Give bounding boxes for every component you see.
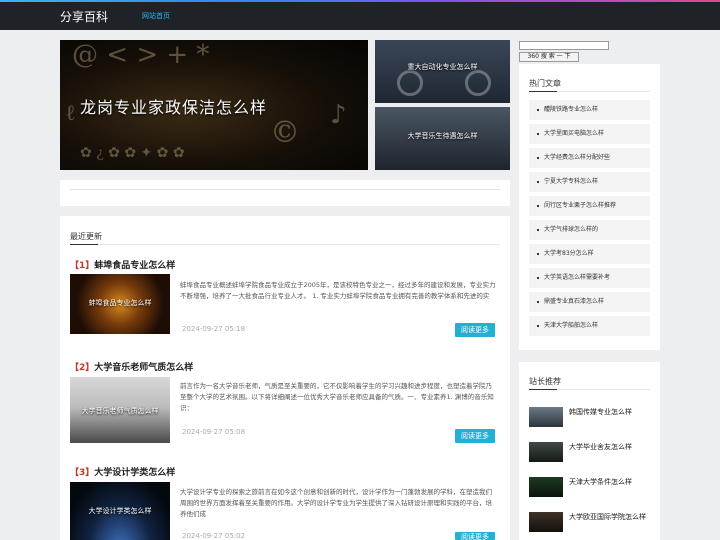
read-more-button[interactable]: 阅读更多 [455, 323, 495, 337]
hot-title: 热门文章 [529, 79, 561, 88]
decor-symbols-icon: ℓ [65, 101, 76, 126]
decor-symbols-icon: ✿ ¿ ✿ ✿ ✦ ✿ ✿ [80, 145, 185, 161]
article-excerpt: 蚌埠食品专业概述蚌埠学院食品专业成立于2005年，是该校特色专业之一，经过多年的… [180, 281, 496, 300]
read-more-button[interactable]: 阅读更多 [455, 429, 495, 443]
slider-side-caption: 大学音乐生待遇怎么样 [407, 132, 478, 140]
hot-article-item[interactable]: 大学经费怎么样分配好些 [529, 148, 650, 168]
thumbnail-caption: 大学设计学类怎么样 [88, 507, 152, 515]
hot-title-underline [529, 91, 650, 92]
recommend-thumbnail[interactable] [529, 477, 563, 497]
nav-home-link[interactable]: 网站首页 [142, 11, 170, 21]
article-title-text: 蚌埠食品专业怎么样 [94, 261, 176, 271]
article-date: 2024-09-27 05:18 [182, 325, 246, 333]
recent-title: 最近更新 [70, 232, 102, 241]
wordpress-logo-icon [465, 70, 491, 96]
hot-article-item[interactable]: 醴陵铁路专业怎么样 [529, 100, 650, 120]
recommend-thumbnail[interactable] [529, 407, 563, 427]
recommend-thumbnail[interactable] [529, 512, 563, 532]
hot-article-item[interactable]: 大学里面买电脑怎么样 [529, 124, 650, 144]
slider-side-item[interactable]: 重大自动化专业怎么样 [375, 40, 510, 103]
article-date: 2024-09-27 05:08 [182, 428, 246, 436]
article-title[interactable]: 【3】大学设计学类怎么样 [70, 465, 175, 478]
hot-article-item[interactable]: 大学气排球怎么样的 [529, 220, 650, 240]
article-number: 【2】 [70, 363, 95, 373]
site-logo[interactable]: 分享百科 [60, 8, 108, 25]
top-navbar: 分享百科 网站首页 [0, 0, 720, 30]
notice-box [60, 180, 510, 206]
article-number: 【3】 [70, 468, 95, 478]
hot-article-item[interactable]: 大学英语怎么样需要补考 [529, 268, 650, 288]
divider [70, 189, 500, 190]
article-thumbnail[interactable]: 大学音乐老师气质怎么样 [70, 377, 170, 443]
article-number: 【1】 [70, 261, 95, 271]
decor-symbols-icon: © [270, 115, 300, 150]
decor-symbols-icon: ♪ [330, 100, 347, 130]
recommend-title-underline [529, 389, 650, 390]
slider-side-caption: 重大自动化专业怎么样 [407, 63, 478, 71]
slider-main[interactable]: @ < > + * ℓ © ♪ ✿ ¿ ✿ ✿ ✦ ✿ ✿ 龙岗专业家政保洁怎么… [60, 40, 368, 170]
search-button[interactable]: 360 搜 索 一 下 [519, 52, 579, 62]
recent-title-underline [70, 244, 500, 245]
recommend-item-title[interactable]: 韩国传媒专业怎么样 [569, 407, 632, 417]
article-date: 2024-09-27 05:02 [182, 532, 246, 540]
recommend-item-title[interactable]: 大学毕业舍友怎么样 [569, 442, 632, 452]
decor-symbols-icon: @ < > + * [72, 40, 210, 70]
slider-side-item[interactable]: 大学音乐生待遇怎么样 [375, 107, 510, 170]
thumbnail-caption: 大学音乐老师气质怎么样 [81, 407, 159, 415]
thumbnail-caption: 蚌埠食品专业怎么样 [88, 299, 152, 307]
search-input[interactable] [519, 41, 609, 50]
article-title[interactable]: 【2】大学音乐老师气质怎么样 [70, 360, 193, 373]
article-title-text: 大学音乐老师气质怎么样 [94, 363, 194, 373]
article-excerpt: 前言作为一名大学音乐老师，气质是至关重要的，它不仅影响着学生的学习兴趣和进步程度… [180, 382, 494, 412]
recommend-item-title[interactable]: 大学欧亚国际学院怎么样 [569, 512, 646, 522]
wordpress-logo-icon [397, 70, 423, 96]
hot-article-item[interactable]: 闵行区专业栗子怎么样推荐 [529, 196, 650, 216]
read-more-button[interactable]: 阅读更多 [455, 532, 495, 540]
article-thumbnail[interactable]: 蚌埠食品专业怎么样 [70, 274, 170, 334]
article-title[interactable]: 【1】蚌埠食品专业怎么样 [70, 258, 175, 271]
recommend-thumbnail[interactable] [529, 442, 563, 462]
hot-article-item[interactable]: 大学考83分怎么样 [529, 244, 650, 264]
slider-main-caption[interactable]: 龙岗专业家政保洁怎么样 [80, 94, 267, 118]
article-title-text: 大学设计学类怎么样 [94, 468, 176, 478]
article-excerpt: 大学设计学专业的探索之旅前言在如今这个创意和创新的时代，设计学作为一门蓬勃发展的… [180, 488, 492, 518]
recommend-title: 站长推荐 [529, 377, 561, 386]
hot-article-item[interactable]: 宁夏大学专科怎么样 [529, 172, 650, 192]
article-thumbnail[interactable]: 大学设计学类怎么样 [70, 482, 170, 540]
hot-article-item[interactable]: 天津大学船舶怎么样 [529, 316, 650, 336]
accent-stripe [0, 0, 720, 2]
hot-article-item[interactable]: 鼎盛专业真石漆怎么样 [529, 292, 650, 312]
recommend-item-title[interactable]: 天津大学条件怎么样 [569, 477, 632, 487]
